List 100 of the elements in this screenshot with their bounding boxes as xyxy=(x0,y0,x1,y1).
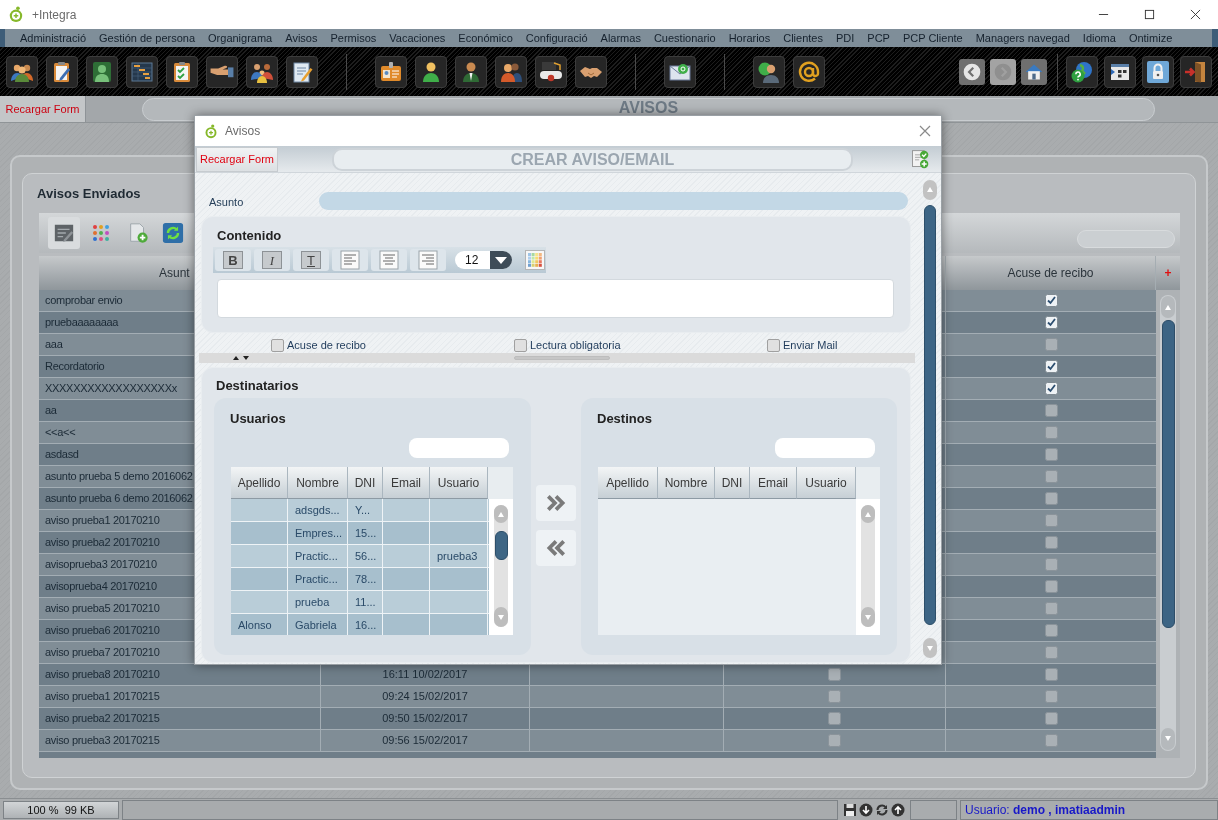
color-grid-icon[interactable] xyxy=(525,250,545,270)
scroll-up-icon[interactable] xyxy=(494,505,508,523)
checkbox[interactable] xyxy=(828,734,841,747)
home-button[interactable] xyxy=(1021,58,1047,85)
checkbox[interactable] xyxy=(767,338,780,352)
scrollbar[interactable] xyxy=(923,180,937,658)
reload-button[interactable]: Recargar Form xyxy=(196,146,278,172)
menu-item[interactable]: Alarmas xyxy=(600,29,641,47)
refresh-icon[interactable] xyxy=(162,222,184,244)
color-dots-icon[interactable] xyxy=(92,224,110,242)
reload-button[interactable]: Recargar Form xyxy=(0,96,86,122)
checklist-add-icon[interactable] xyxy=(910,148,930,170)
checkbox[interactable] xyxy=(1044,668,1058,681)
checkbox[interactable] xyxy=(1044,514,1058,527)
scrollbar[interactable] xyxy=(494,505,508,627)
checkbox[interactable] xyxy=(1044,470,1058,483)
toolbar-button[interactable] xyxy=(575,55,607,88)
checkbox[interactable] xyxy=(828,690,841,703)
toolbar-button[interactable] xyxy=(126,55,158,88)
checkbox[interactable] xyxy=(1044,690,1058,703)
remove-recipients-button[interactable] xyxy=(536,530,576,566)
menu-item[interactable]: Avisos xyxy=(285,29,318,47)
checkbox[interactable] xyxy=(514,338,527,352)
toolbar-button[interactable] xyxy=(86,55,118,88)
menu-item[interactable]: PCP Cliente xyxy=(902,29,963,47)
toolbar-button[interactable] xyxy=(1142,55,1174,88)
menu-item[interactable]: Permisos xyxy=(330,29,377,47)
refresh-icon[interactable] xyxy=(875,802,889,817)
toolbar-button[interactable] xyxy=(46,55,78,88)
menu-item[interactable]: Clientes xyxy=(783,29,823,47)
menu-item[interactable]: Gestión de persona xyxy=(99,29,196,47)
checkbox[interactable] xyxy=(1044,734,1058,747)
toolbar-button[interactable] xyxy=(286,55,318,88)
search-field[interactable] xyxy=(409,438,509,458)
toolbar-button[interactable] xyxy=(375,55,407,88)
checkbox[interactable] xyxy=(1044,712,1058,725)
scroll-up-icon[interactable] xyxy=(861,505,875,523)
toolbar-button[interactable] xyxy=(246,55,278,88)
scroll-down-icon[interactable] xyxy=(923,638,937,658)
menu-item[interactable]: Económico xyxy=(458,29,513,47)
checkbox[interactable] xyxy=(1044,492,1058,505)
save-icon[interactable] xyxy=(843,802,857,817)
scroll-down-icon[interactable] xyxy=(1161,728,1175,750)
search-field[interactable] xyxy=(775,438,875,458)
content-editor[interactable] xyxy=(217,279,894,318)
scroll-down-icon[interactable] xyxy=(494,607,508,627)
scroll-up-icon[interactable] xyxy=(1161,296,1175,318)
font-size-select[interactable]: 12 xyxy=(455,251,512,269)
toolbar-button[interactable] xyxy=(1180,55,1212,88)
checkbox[interactable] xyxy=(1044,602,1058,615)
toolbar-button[interactable] xyxy=(664,55,696,88)
checkbox[interactable] xyxy=(1044,382,1058,395)
toolbar-button[interactable] xyxy=(1104,55,1136,88)
scrollbar-thumb[interactable] xyxy=(494,531,508,560)
menu-item[interactable]: Managers navegad xyxy=(975,29,1070,47)
menu-item[interactable]: Idioma xyxy=(1082,29,1116,47)
align-center-button[interactable] xyxy=(371,249,407,271)
add-document-icon[interactable] xyxy=(127,222,149,244)
back-button[interactable] xyxy=(959,58,985,85)
scrollbar[interactable] xyxy=(1160,295,1176,751)
checkbox[interactable] xyxy=(1044,448,1058,461)
checkbox[interactable] xyxy=(1044,536,1058,549)
checkbox[interactable] xyxy=(1044,404,1058,417)
splitter-arrows-icon[interactable] xyxy=(232,355,250,361)
menu-item[interactable]: Administració xyxy=(20,29,87,47)
bold-button[interactable]: B xyxy=(215,249,251,271)
underline-button[interactable]: T xyxy=(293,249,329,271)
scrollbar-thumb[interactable] xyxy=(1161,320,1175,628)
menu-item[interactable]: Vacaciones xyxy=(389,29,446,47)
search-field[interactable] xyxy=(1077,230,1175,248)
align-right-button[interactable] xyxy=(410,249,446,271)
toolbar-button[interactable] xyxy=(1066,55,1098,88)
toolbar-button[interactable] xyxy=(206,55,238,88)
download-icon[interactable] xyxy=(859,802,873,817)
menu-item[interactable]: Cuestionario xyxy=(653,29,716,47)
checkbox[interactable] xyxy=(828,668,841,681)
menu-item[interactable]: Horarios xyxy=(728,29,771,47)
close-button[interactable] xyxy=(918,124,932,138)
checkbox[interactable] xyxy=(828,712,841,725)
checkbox[interactable] xyxy=(1044,338,1058,351)
list-view-button[interactable] xyxy=(48,217,80,249)
checkbox[interactable] xyxy=(1044,316,1058,329)
checkbox[interactable] xyxy=(1044,646,1058,659)
checkbox[interactable] xyxy=(1044,624,1058,637)
scrollbar-thumb[interactable] xyxy=(924,205,936,625)
toolbar-button[interactable] xyxy=(535,55,567,88)
menu-item[interactable]: PDI xyxy=(836,29,855,47)
checkbox[interactable] xyxy=(1044,580,1058,593)
toolbar-button[interactable] xyxy=(6,55,38,88)
checkbox[interactable] xyxy=(1044,558,1058,571)
menu-item[interactable]: Organigrama xyxy=(208,29,273,47)
toolbar-button[interactable] xyxy=(793,55,825,88)
toolbar-button[interactable] xyxy=(166,55,198,88)
add-recipients-button[interactable] xyxy=(536,485,576,521)
menu-item[interactable]: Ontimize xyxy=(1128,29,1173,47)
toolbar-button[interactable] xyxy=(495,55,527,88)
upload-icon[interactable] xyxy=(891,802,905,817)
toolbar-button[interactable] xyxy=(415,55,447,88)
subject-field[interactable] xyxy=(319,192,908,210)
scroll-up-icon[interactable] xyxy=(923,180,937,200)
